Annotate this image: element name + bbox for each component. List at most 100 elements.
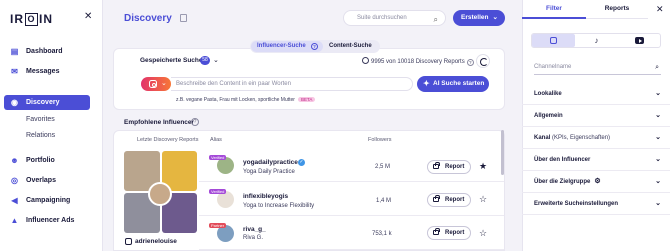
filter-section-audience[interactable]: Über die Zielgruppe ⚙ ⌄	[522, 171, 670, 193]
saved-searches-label[interactable]: Gespeicherte Suchen	[140, 57, 206, 64]
close-icon[interactable]: ✕	[656, 4, 664, 15]
report-label: Report	[445, 230, 465, 236]
ai-button-label: AI Suche starten	[433, 80, 485, 87]
section-label: Lookalike	[534, 91, 562, 97]
report-label: Report	[445, 197, 465, 203]
sidebar-subitem-relations[interactable]: Relations	[26, 132, 55, 139]
overlap-icon: ◎	[11, 176, 18, 185]
tab-filter[interactable]: Filter	[522, 0, 586, 19]
sidebar-item-label: Campaigning	[26, 197, 71, 204]
quota-icon	[362, 57, 369, 64]
scrollbar[interactable]	[501, 130, 504, 175]
filter-section-general[interactable]: Allgemein ⌄	[522, 105, 670, 127]
search-hint: z.B. vegane Pasta, Frau mit Locken, spor…	[176, 97, 316, 103]
youtube-icon	[635, 37, 644, 44]
platform-youtube[interactable]	[618, 34, 661, 47]
instagram-icon	[149, 80, 157, 88]
sidebar-item-overlaps[interactable]: ◎ Overlaps	[4, 173, 90, 188]
influencer-description: Yoga to Increase Flexibility	[243, 203, 315, 209]
platform-instagram[interactable]	[532, 34, 575, 47]
quota-text: 9995 von 10018 Discovery Reports	[371, 59, 465, 65]
section-label: Über die Zielgruppe	[534, 179, 591, 185]
tab-influencer-search[interactable]: Influencer-Suche?	[251, 41, 323, 52]
column-header: Alias	[210, 137, 222, 143]
help-icon[interactable]: ?	[191, 118, 199, 126]
verified-icon: ✓	[298, 159, 305, 166]
status-badge: Partner	[209, 223, 227, 228]
report-button[interactable]: Report	[427, 226, 471, 240]
sidebar-item-messages[interactable]: ✉ Messages	[4, 64, 90, 79]
people-icon: ☻	[10, 156, 19, 165]
megaphone-icon: ◀	[11, 196, 18, 205]
section-label: Erweiterte Sucheinstellungen	[534, 201, 619, 207]
chevron-down-icon: ⌄	[655, 90, 661, 97]
chevron-down-icon: ⌄	[655, 200, 661, 207]
filter-section-advanced[interactable]: Erweiterte Sucheinstellungen ⌄	[522, 193, 670, 215]
search-icon: ⌕	[655, 64, 659, 71]
sidebar-item-influencer-ads[interactable]: ▲ Influencer Ads	[4, 213, 90, 228]
channel-name-input[interactable]: Channelname ⌕	[534, 62, 661, 75]
sidebar-item-portfolio[interactable]: ☻ Portfolio	[4, 153, 90, 168]
chevron-down-icon: ⌄	[655, 178, 661, 185]
section-sublabel: (KPIs, Eigenschaften)	[550, 135, 611, 141]
column-header[interactable]: Followers	[368, 137, 392, 143]
saved-searches-count: 58	[200, 56, 210, 65]
status-badge: Verified	[209, 189, 227, 194]
create-button[interactable]: Erstellen ⌄	[453, 10, 505, 26]
column-header: Letzte Discovery Reports	[137, 137, 199, 143]
tab-content-search[interactable]: Content-Suche	[329, 41, 372, 52]
help-icon[interactable]: ?	[466, 59, 474, 66]
filter-section-lookalike[interactable]: Lookalike ⌄	[522, 83, 670, 105]
tiktok-icon: ♪	[594, 36, 599, 45]
influencer-description: Riva G.	[243, 235, 264, 241]
help-icon[interactable]: ?	[311, 43, 318, 50]
followers-count: 2,5 M	[375, 164, 391, 170]
platform-select[interactable]: ⌄	[141, 77, 171, 91]
filter-section-influencer[interactable]: Über den Influencer ⌄	[522, 149, 670, 171]
loading-indicator	[476, 54, 490, 68]
chevron-down-icon: ⌄	[655, 156, 661, 163]
ai-search-button[interactable]: ✦ AI Suche starten	[417, 76, 489, 92]
beta-badge: BETA	[297, 97, 316, 102]
report-label: Report	[445, 164, 465, 170]
star-outline-icon[interactable]: ☆	[479, 228, 487, 239]
logo: IR O IN	[10, 12, 53, 26]
section-title: Empfohlene Influencer	[124, 119, 195, 126]
influencer-handle[interactable]: inflexibleyogis	[243, 193, 288, 200]
tab-reports[interactable]: Reports	[586, 0, 648, 19]
sidebar-item-discovery[interactable]: ◉ Discovery	[4, 95, 90, 110]
influencer-handle[interactable]: yogadailypractice	[243, 159, 298, 166]
search-icon: ⌕	[433, 15, 438, 24]
followers-count: 753,1 k	[372, 231, 392, 237]
sidebar-item-dashboard[interactable]: ▤ Dashboard	[4, 44, 90, 59]
chevron-down-icon: ⌄	[492, 14, 498, 21]
close-icon[interactable]: ✕	[84, 11, 92, 22]
gear-icon[interactable]: ⚙	[594, 178, 600, 185]
eye-icon: ◉	[11, 98, 18, 107]
sidebar-item-label: Overlaps	[26, 177, 56, 184]
bookmark-icon[interactable]	[180, 14, 187, 22]
sidebar-item-label: Dashboard	[26, 48, 63, 55]
chevron-down-icon[interactable]: ⌄	[213, 56, 219, 64]
lock-icon	[433, 161, 440, 169]
star-outline-icon[interactable]: ☆	[479, 194, 487, 205]
hint-text: z.B. vegane Pasta, Frau mit Locken, spor…	[176, 97, 295, 103]
featured-influencer-name[interactable]: adrienelouise	[135, 238, 177, 245]
influencer-handle[interactable]: riva_g_	[243, 226, 266, 233]
sidebar-subitem-favorites[interactable]: Favorites	[26, 116, 55, 123]
sidebar-item-label: Portfolio	[26, 157, 55, 164]
sidebar-item-campaigning[interactable]: ◀ Campaigning	[4, 193, 90, 208]
ads-icon: ▲	[10, 216, 19, 225]
lock-icon	[433, 227, 440, 235]
logo-box: O	[25, 13, 38, 26]
logo-text-right: IN	[39, 12, 53, 26]
section-label: Kanal	[534, 135, 551, 141]
report-button[interactable]: Report	[427, 193, 471, 207]
filter-section-channel[interactable]: Kanal (KPIs, Eigenschaften) ⌄	[522, 127, 670, 149]
suite-search-input[interactable]: Suite durchsuchen ⌕	[343, 10, 446, 26]
report-button[interactable]: Report	[427, 160, 471, 174]
platform-tiktok[interactable]: ♪	[575, 34, 618, 47]
mail-icon: ✉	[11, 67, 18, 76]
star-filled-icon[interactable]: ★	[479, 161, 487, 172]
content-query-input[interactable]: Beschreibe den Content in ein paar Worte…	[171, 77, 413, 91]
